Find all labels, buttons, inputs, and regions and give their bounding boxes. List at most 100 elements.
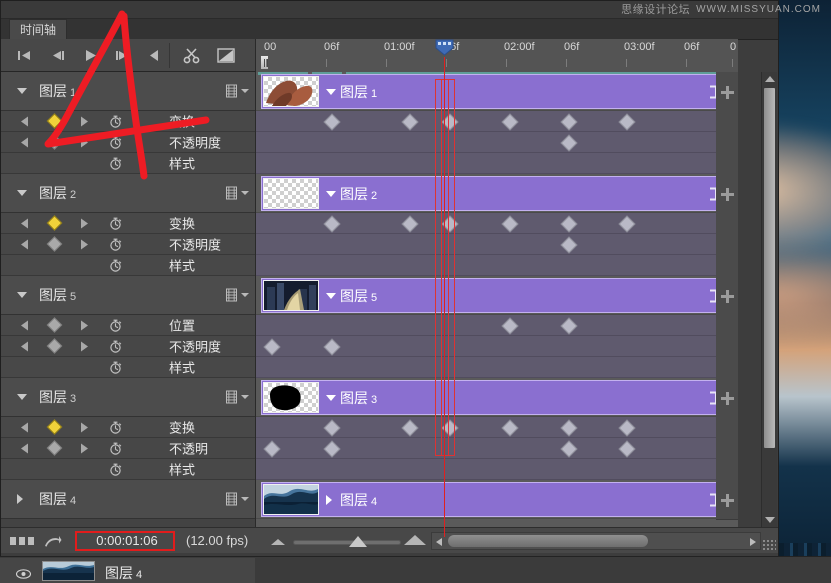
transition-button[interactable]	[213, 46, 239, 65]
resize-grip[interactable]	[762, 539, 776, 551]
clip-row[interactable]: 图层 4	[256, 480, 738, 520]
layer-list-column[interactable]: 图层 1 变换 不透明度 样式 图层 2 变换 不透明度 样式 图层 5 位置 不透明度 样式 图层 3 变换 不透…	[1, 72, 256, 527]
next-frame-button[interactable]	[109, 46, 135, 65]
previous-keyframe-icon[interactable]	[21, 341, 28, 352]
stopwatch-icon[interactable]	[109, 216, 122, 230]
zoom-slider-knob[interactable]	[349, 536, 367, 547]
layer-header-row[interactable]: 图层 1	[1, 72, 255, 111]
next-keyframe-icon[interactable]	[81, 116, 88, 127]
disclosure-closed-icon[interactable]	[17, 494, 23, 504]
previous-frame-button[interactable]	[45, 46, 71, 65]
layer-property-row[interactable]: 变换	[1, 213, 255, 234]
previous-keyframe-icon[interactable]	[21, 443, 28, 454]
horizontal-scrollbar[interactable]	[431, 532, 761, 550]
eye-icon[interactable]	[15, 566, 32, 579]
scroll-up-arrow-icon[interactable]	[765, 76, 775, 82]
stopwatch-icon[interactable]	[109, 318, 122, 332]
disclosure-open-icon[interactable]	[17, 190, 27, 196]
keyframe-marker[interactable]	[618, 215, 636, 233]
video-clip-bar[interactable]: 图层 2	[261, 176, 721, 211]
add-media-button[interactable]	[716, 174, 738, 214]
keyframe-navigator[interactable]	[19, 134, 97, 150]
add-keyframe-diamond-icon[interactable]	[46, 440, 63, 456]
work-area-start-handle[interactable]	[260, 55, 269, 70]
next-keyframe-icon[interactable]	[81, 239, 88, 250]
layer-property-row[interactable]: 不透明度	[1, 234, 255, 255]
stopwatch-icon[interactable]	[109, 339, 122, 353]
stopwatch-icon[interactable]	[109, 237, 122, 251]
keyframe-navigator[interactable]	[19, 419, 97, 435]
disclosure-open-icon[interactable]	[326, 88, 336, 95]
timeline-ruler[interactable]: 0006f01:00f06f02:00f06f03:00f06f0	[256, 39, 738, 73]
stopwatch-icon[interactable]	[109, 420, 122, 434]
keyframe-marker[interactable]	[501, 317, 519, 335]
next-keyframe-icon[interactable]	[81, 422, 88, 433]
keyframe-marker[interactable]	[323, 419, 341, 437]
zoom-out-icon[interactable]	[271, 539, 285, 545]
keyframe-row[interactable]	[256, 336, 738, 358]
chevron-down-icon[interactable]	[241, 191, 249, 195]
keyframe-marker[interactable]	[560, 113, 578, 131]
chevron-down-icon[interactable]	[241, 395, 249, 399]
disclosure-open-icon[interactable]	[17, 88, 27, 94]
clip-row[interactable]: 图层 3	[256, 378, 738, 418]
play-button[interactable]	[77, 46, 103, 65]
chevron-down-icon[interactable]	[241, 497, 249, 501]
keyframe-navigator[interactable]	[19, 236, 97, 252]
layers-panel-row[interactable]: 图层 4	[0, 558, 255, 583]
layer-header-row[interactable]: 图层 2	[1, 174, 255, 213]
film-strip-icon[interactable]	[226, 288, 237, 302]
add-keyframe-diamond-icon[interactable]	[46, 419, 63, 435]
add-keyframe-diamond-icon[interactable]	[46, 338, 63, 354]
add-media-button[interactable]	[716, 378, 738, 418]
keyframe-marker[interactable]	[560, 317, 578, 335]
add-media-button[interactable]	[716, 276, 738, 316]
stopwatch-icon[interactable]	[109, 441, 122, 455]
film-strip-icon[interactable]	[226, 84, 237, 98]
keyframe-row[interactable]	[256, 153, 738, 175]
zoom-in-icon[interactable]	[404, 535, 426, 545]
add-media-button[interactable]	[716, 480, 738, 520]
disclosure-open-icon[interactable]	[326, 190, 336, 197]
keyframe-marker[interactable]	[560, 215, 578, 233]
vertical-scrollbar[interactable]	[761, 72, 777, 527]
keyframe-marker[interactable]	[401, 215, 419, 233]
keyframe-row[interactable]	[256, 315, 738, 337]
clip-row[interactable]: 图层 2	[256, 174, 738, 214]
keyframe-row[interactable]	[256, 234, 738, 256]
layer-property-row[interactable]: 不透明	[1, 438, 255, 459]
keyframe-marker[interactable]	[501, 419, 519, 437]
layer-property-row[interactable]: 样式	[1, 255, 255, 276]
stopwatch-icon[interactable]	[109, 462, 122, 476]
keyframe-marker[interactable]	[401, 113, 419, 131]
track-area[interactable]: 图层 1 图层 2 图层 5 图层 3 图层 4	[256, 72, 738, 527]
add-keyframe-diamond-icon[interactable]	[46, 134, 63, 150]
keyframe-navigator[interactable]	[19, 215, 97, 231]
next-keyframe-icon[interactable]	[81, 443, 88, 454]
scroll-down-arrow-icon[interactable]	[765, 517, 775, 523]
keyframe-row[interactable]	[256, 132, 738, 154]
chevron-down-icon[interactable]	[241, 89, 249, 93]
keyframe-marker[interactable]	[263, 338, 281, 356]
go-to-first-frame-button[interactable]	[13, 46, 39, 65]
zoom-slider[interactable]	[271, 531, 426, 551]
layer-header-row[interactable]: 图层 4	[1, 480, 255, 519]
layer-property-row[interactable]: 不透明度	[1, 336, 255, 357]
disclosure-open-icon[interactable]	[17, 394, 27, 400]
film-strip-icon[interactable]	[226, 390, 237, 404]
layer-property-row[interactable]: 样式	[1, 357, 255, 378]
keyframe-navigator[interactable]	[19, 113, 97, 129]
keyframe-row[interactable]	[256, 213, 738, 235]
keyframe-navigator[interactable]	[19, 317, 97, 333]
keyframe-marker[interactable]	[560, 236, 578, 254]
keyframe-row[interactable]	[256, 438, 738, 460]
chevron-down-icon[interactable]	[241, 293, 249, 297]
disclosure-open-icon[interactable]	[326, 394, 336, 401]
add-keyframe-diamond-icon[interactable]	[46, 113, 63, 129]
disclosure-closed-icon[interactable]	[326, 494, 332, 505]
previous-keyframe-icon[interactable]	[21, 137, 28, 148]
layer-property-row[interactable]: 样式	[1, 459, 255, 480]
disclosure-open-icon[interactable]	[326, 292, 336, 299]
next-keyframe-icon[interactable]	[81, 341, 88, 352]
disclosure-open-icon[interactable]	[17, 292, 27, 298]
